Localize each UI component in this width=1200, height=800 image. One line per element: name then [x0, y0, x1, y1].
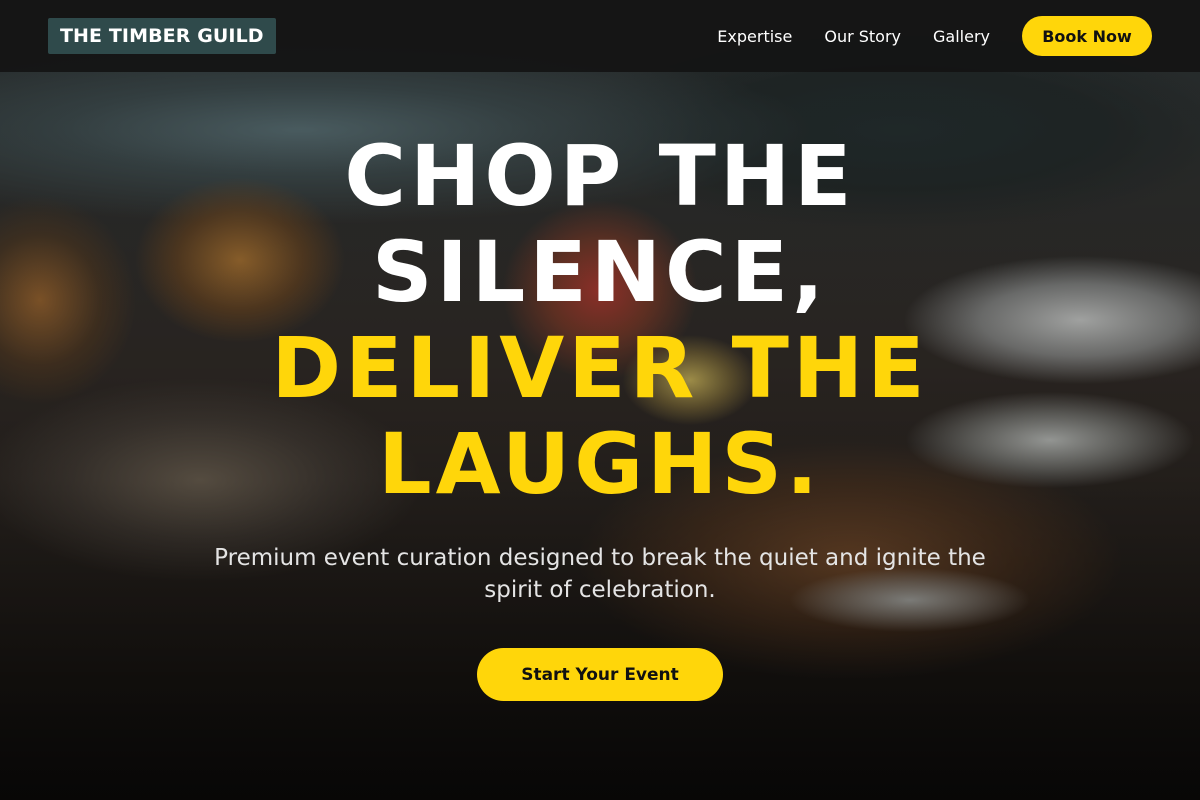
headline-line-3: DELIVER THE [271, 319, 929, 417]
headline-line-4: LAUGHS. [378, 415, 822, 513]
landing-page: THE TIMBER GUILD Expertise Our Story Gal… [0, 0, 1200, 800]
navbar: THE TIMBER GUILD Expertise Our Story Gal… [0, 0, 1200, 72]
headline-line-1: CHOP THE [344, 127, 856, 225]
hero-section: CHOP THE SILENCE, DELIVER THE LAUGHS. Pr… [0, 128, 1200, 701]
brand-logo[interactable]: THE TIMBER GUILD [48, 18, 276, 54]
hero-headline: CHOP THE SILENCE, DELIVER THE LAUGHS. [0, 128, 1200, 512]
nav-link-gallery[interactable]: Gallery [933, 27, 990, 46]
hero-subtitle: Premium event curation designed to break… [214, 545, 986, 603]
start-your-event-button[interactable]: Start Your Event [477, 648, 723, 701]
book-now-button[interactable]: Book Now [1022, 16, 1152, 56]
nav-link-expertise[interactable]: Expertise [717, 27, 792, 46]
nav-link-our-story[interactable]: Our Story [824, 27, 901, 46]
headline-line-2: SILENCE, [372, 223, 828, 321]
nav-links: Expertise Our Story Gallery Book Now [717, 16, 1152, 56]
